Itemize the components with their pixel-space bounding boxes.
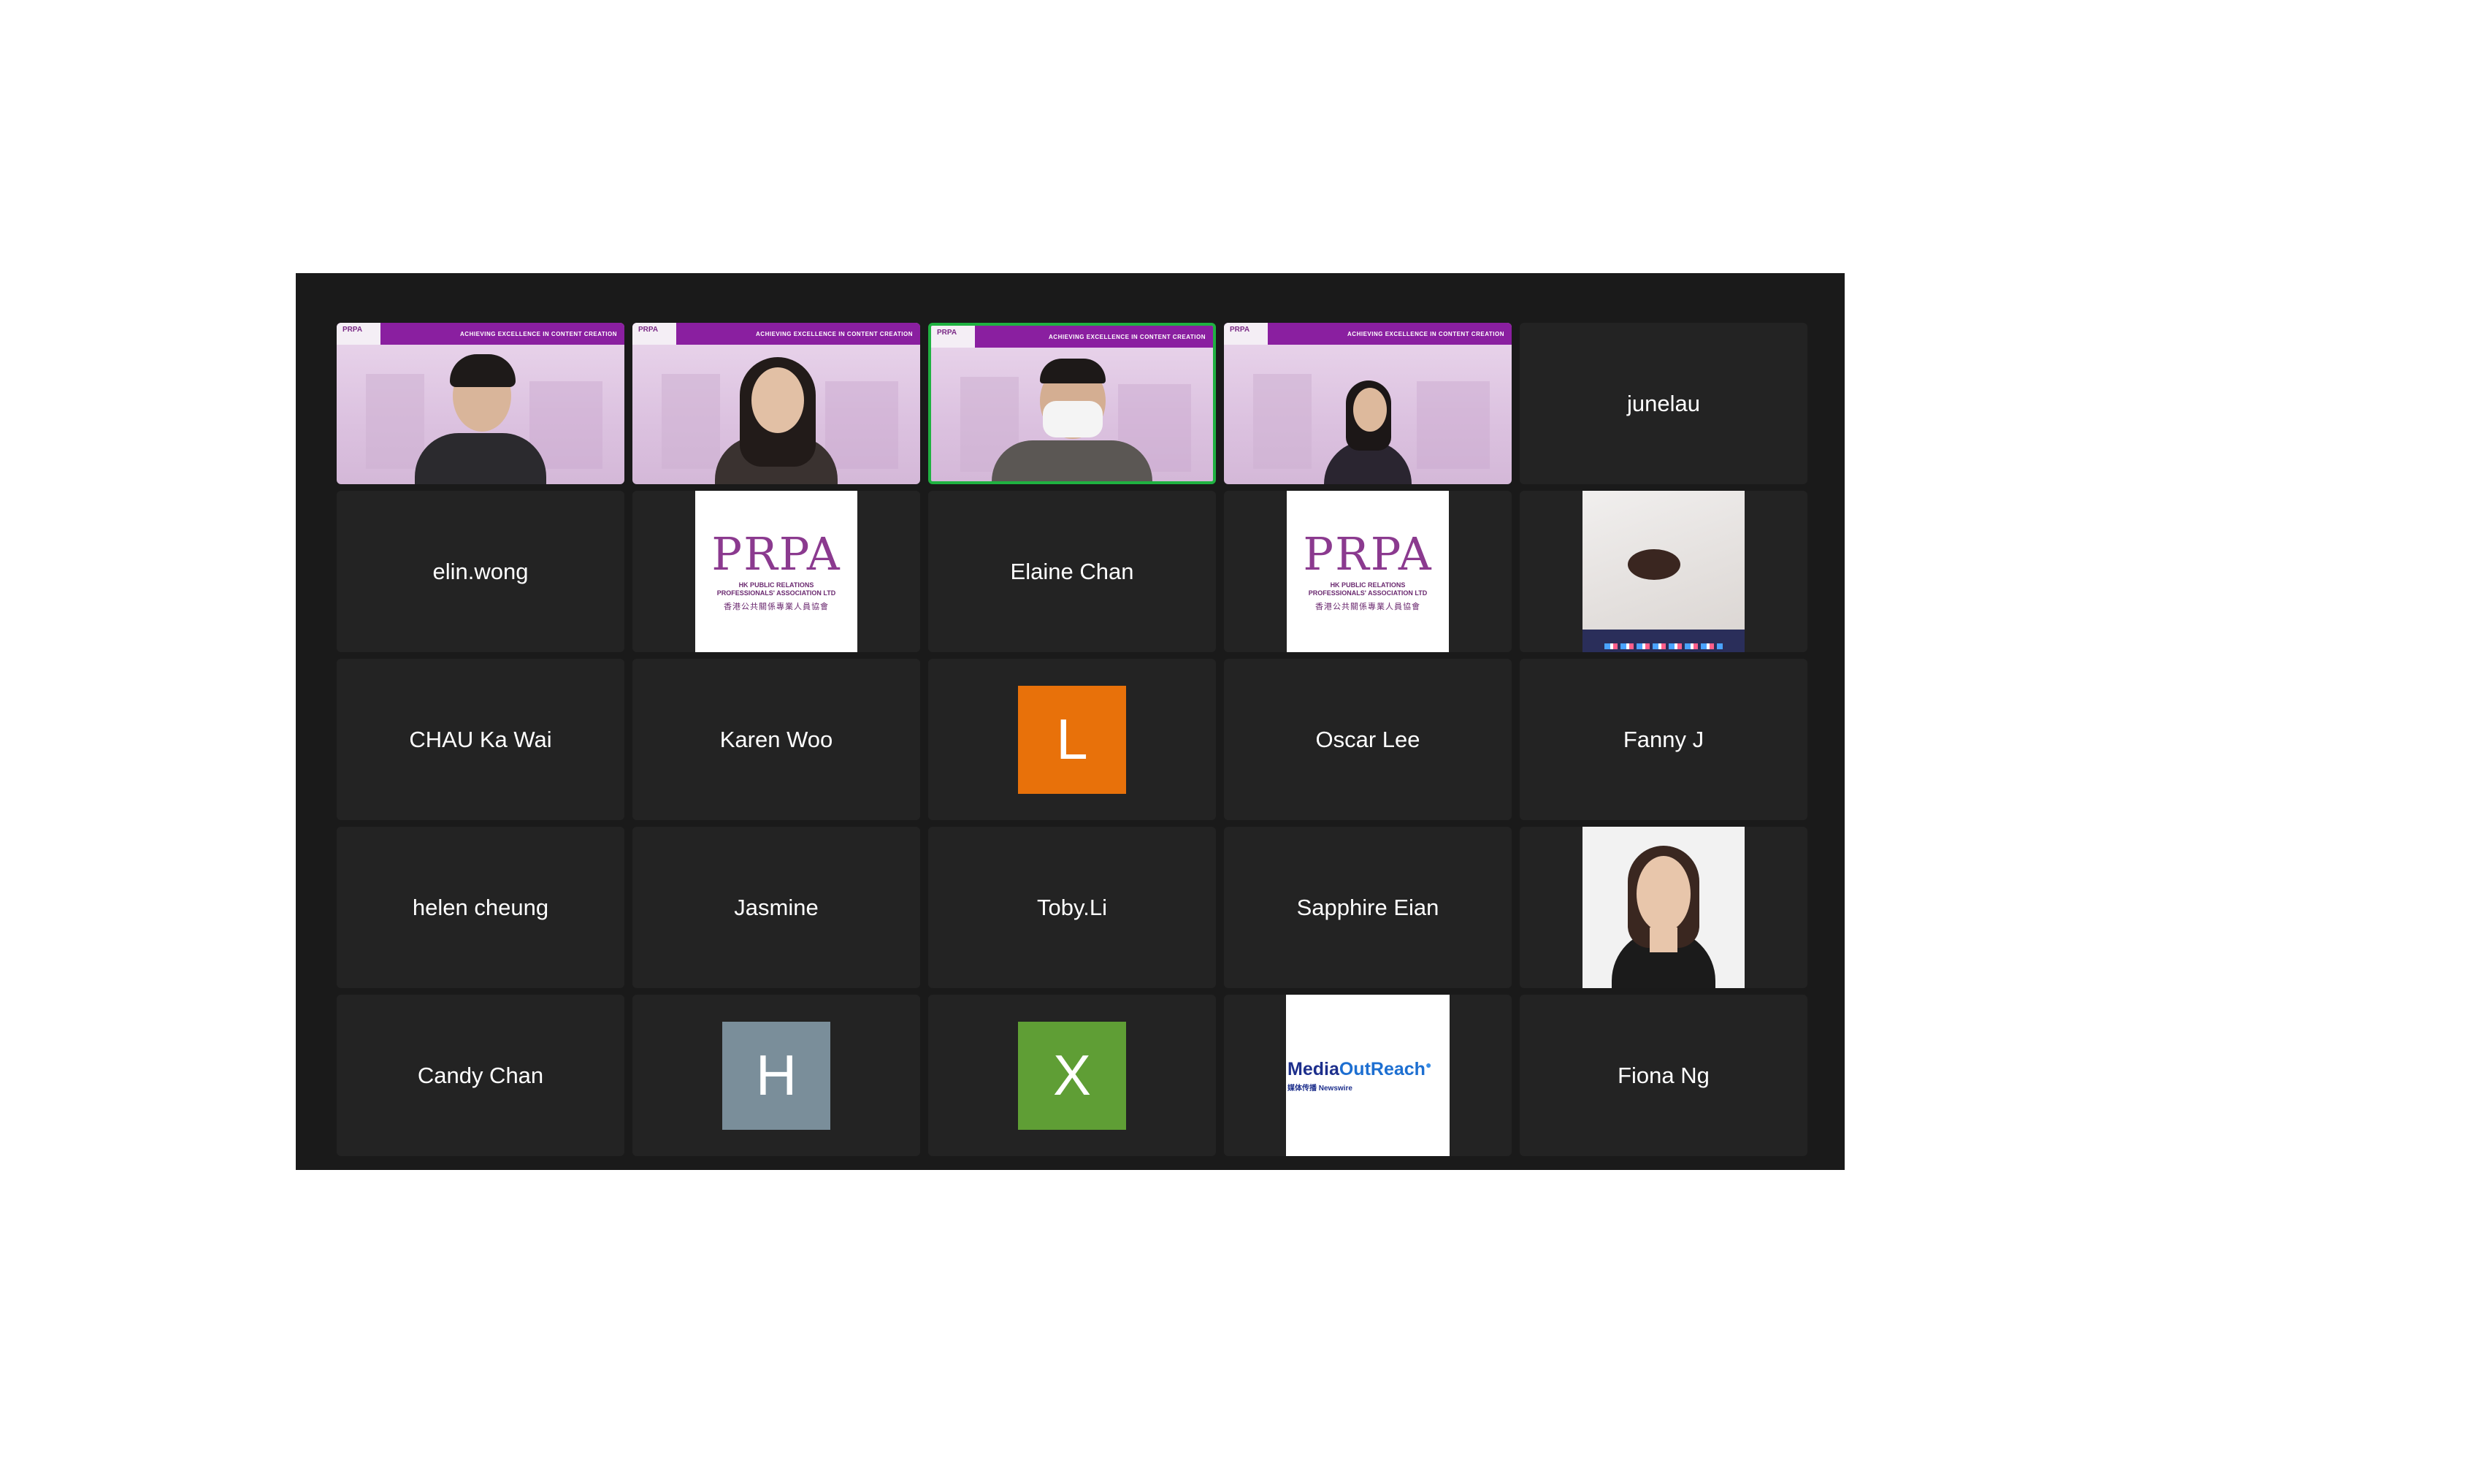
participant-tile-oscar-lee[interactable]: Oscar Lee xyxy=(1224,659,1512,820)
participant-tile-media-outreach[interactable]: MediaOutReach● 媒体传播 Newswire xyxy=(1224,995,1512,1156)
participant-name: Candy Chan xyxy=(417,1062,544,1088)
participant-profile-photo xyxy=(1582,491,1745,652)
participant-tile-x[interactable]: X xyxy=(928,995,1216,1156)
participant-name: Karen Woo xyxy=(719,726,833,752)
video-tile-1[interactable]: ACHIEVING EXCELLENCE IN CONTENT CREATION… xyxy=(337,323,624,484)
prpa-logo: PRPA HK PUBLIC RELATIONS PROFESSIONALS' A… xyxy=(1287,491,1449,652)
participant-name: Sapphire Eian xyxy=(1296,894,1439,920)
participant-video xyxy=(977,350,1167,481)
participant-tile-portrait[interactable] xyxy=(1520,827,1807,988)
participant-name: Fanny J xyxy=(1623,726,1704,752)
participant-name: Toby.Li xyxy=(1037,894,1107,920)
banner-logo: PRPA xyxy=(931,326,975,348)
participant-name: Jasmine xyxy=(734,894,819,920)
participant-tile-prpa-2[interactable]: PRPA HK PUBLIC RELATIONS PROFESSIONALS' A… xyxy=(1224,491,1512,652)
video-tile-3-active-speaker[interactable]: ACHIEVING EXCELLENCE IN CONTENT CREATION… xyxy=(928,323,1216,484)
avatar-initial: X xyxy=(1018,1021,1126,1130)
participant-tile-karen-woo[interactable]: Karen Woo xyxy=(632,659,920,820)
participant-name: helen cheung xyxy=(412,894,549,920)
participant-tile-prpa-1[interactable]: PRPA HK PUBLIC RELATIONS PROFESSIONALS' A… xyxy=(632,491,920,652)
avatar-initial: H xyxy=(722,1021,830,1130)
participant-tile-l[interactable]: L xyxy=(928,659,1216,820)
participant-grid: ACHIEVING EXCELLENCE IN CONTENT CREATION… xyxy=(337,323,1807,1156)
participant-video xyxy=(393,345,568,484)
participant-name: Elaine Chan xyxy=(1010,558,1134,584)
participant-video xyxy=(689,345,864,484)
participant-name: Oscar Lee xyxy=(1315,726,1420,752)
participant-tile-photo-object[interactable] xyxy=(1520,491,1807,652)
video-tile-2[interactable]: ACHIEVING EXCELLENCE IN CONTENT CREATION… xyxy=(632,323,920,484)
participant-tile-sapphire-eian[interactable]: Sapphire Eian xyxy=(1224,827,1512,988)
avatar-initial: L xyxy=(1018,685,1126,794)
participant-tile-fiona-ng[interactable]: Fiona Ng xyxy=(1520,995,1807,1156)
participant-name: Fiona Ng xyxy=(1618,1062,1710,1088)
participant-tile-elaine-chan[interactable]: Elaine Chan xyxy=(928,491,1216,652)
participant-name: CHAU Ka Wai xyxy=(409,726,552,752)
participant-tile-candy-chan[interactable]: Candy Chan xyxy=(337,995,624,1156)
banner-logo: PRPA xyxy=(632,323,676,345)
banner-logo: PRPA xyxy=(337,323,380,345)
participant-video xyxy=(1295,367,1441,484)
participant-tile-chau-ka-wai[interactable]: CHAU Ka Wai xyxy=(337,659,624,820)
participant-tile-elin-wong[interactable]: elin.wong xyxy=(337,491,624,652)
participant-tile-helen-cheung[interactable]: helen cheung xyxy=(337,827,624,988)
globe-icon: ● xyxy=(1425,1058,1432,1071)
meeting-window: ACHIEVING EXCELLENCE IN CONTENT CREATION… xyxy=(296,273,1845,1170)
participant-tile-h[interactable]: H xyxy=(632,995,920,1156)
media-outreach-logo: MediaOutReach● 媒体传播 Newswire xyxy=(1286,995,1450,1156)
participant-name: elin.wong xyxy=(432,558,529,584)
participant-tile-toby-li[interactable]: Toby.Li xyxy=(928,827,1216,988)
video-tile-4[interactable]: ACHIEVING EXCELLENCE IN CONTENT CREATION… xyxy=(1224,323,1512,484)
participant-tile-junelau[interactable]: junelau xyxy=(1520,323,1807,484)
participant-tile-fanny-j[interactable]: Fanny J xyxy=(1520,659,1807,820)
participant-profile-photo xyxy=(1582,827,1745,988)
prpa-logo: PRPA HK PUBLIC RELATIONS PROFESSIONALS' A… xyxy=(695,491,857,652)
participant-tile-jasmine[interactable]: Jasmine xyxy=(632,827,920,988)
participant-name: junelau xyxy=(1627,390,1700,416)
banner-logo: PRPA xyxy=(1224,323,1268,345)
